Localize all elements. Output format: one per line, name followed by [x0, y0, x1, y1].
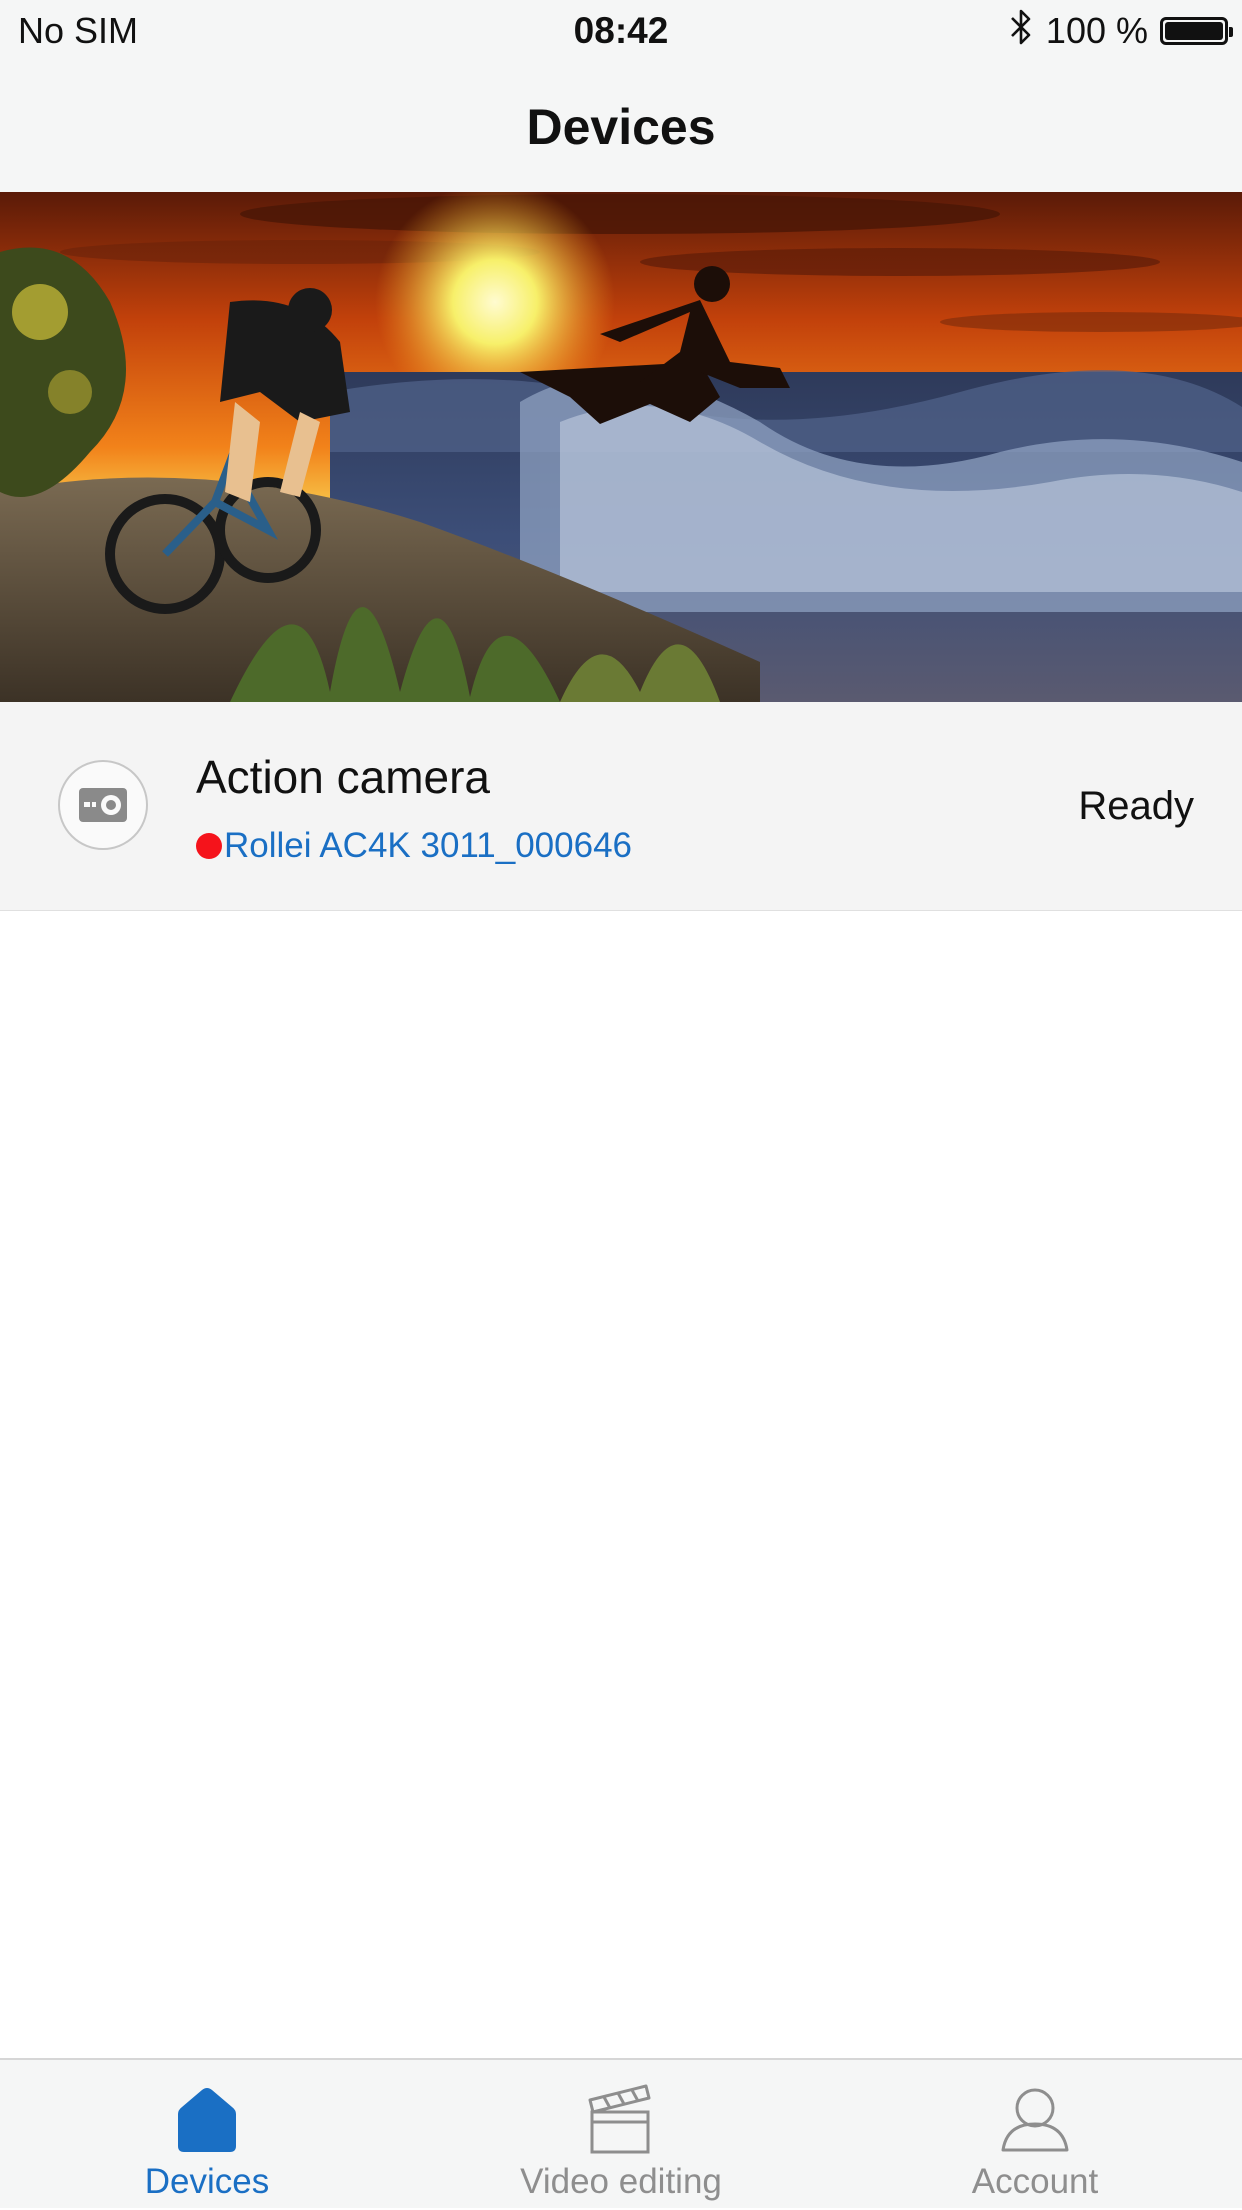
page-title: Devices — [526, 99, 716, 155]
clapperboard-icon — [414, 2084, 828, 2154]
battery-percent: 100 % — [1045, 10, 1148, 51]
tab-bar: Devices Video editing Account — [0, 2058, 1242, 2208]
nav-bar: Devices — [0, 62, 1242, 193]
tab-account-label: Account — [971, 2162, 1099, 2201]
tab-devices-label: Devices — [144, 2162, 270, 2201]
device-name: Action camera — [196, 751, 491, 803]
tab-video-editing-label: Video editing — [520, 2162, 722, 2201]
tab-devices[interactable]: Devices — [0, 2060, 414, 2210]
device-model-label: Rollei AC4K 3011_000646 — [224, 826, 633, 865]
device-model: Rollei AC4K 3011_000646 — [196, 826, 632, 866]
tab-account[interactable]: Account — [828, 2060, 1242, 2210]
bluetooth-icon — [1008, 7, 1034, 56]
connection-status-dot — [196, 833, 222, 859]
battery-icon — [1160, 17, 1233, 45]
action-sports-banner-image — [0, 192, 1242, 702]
device-list-item[interactable]: Action camera Rollei AC4K 3011_000646 Re… — [0, 702, 1242, 911]
tab-video-editing[interactable]: Video editing — [414, 2060, 828, 2210]
person-icon — [828, 2084, 1242, 2154]
home-icon — [0, 2084, 414, 2154]
action-camera-icon — [58, 760, 148, 850]
status-bar: No SIM 08:42 100 % — [0, 0, 1242, 62]
device-status: Ready — [1078, 784, 1194, 828]
status-right-group: 100 % — [1008, 7, 1233, 56]
battery-level — [1165, 22, 1223, 40]
